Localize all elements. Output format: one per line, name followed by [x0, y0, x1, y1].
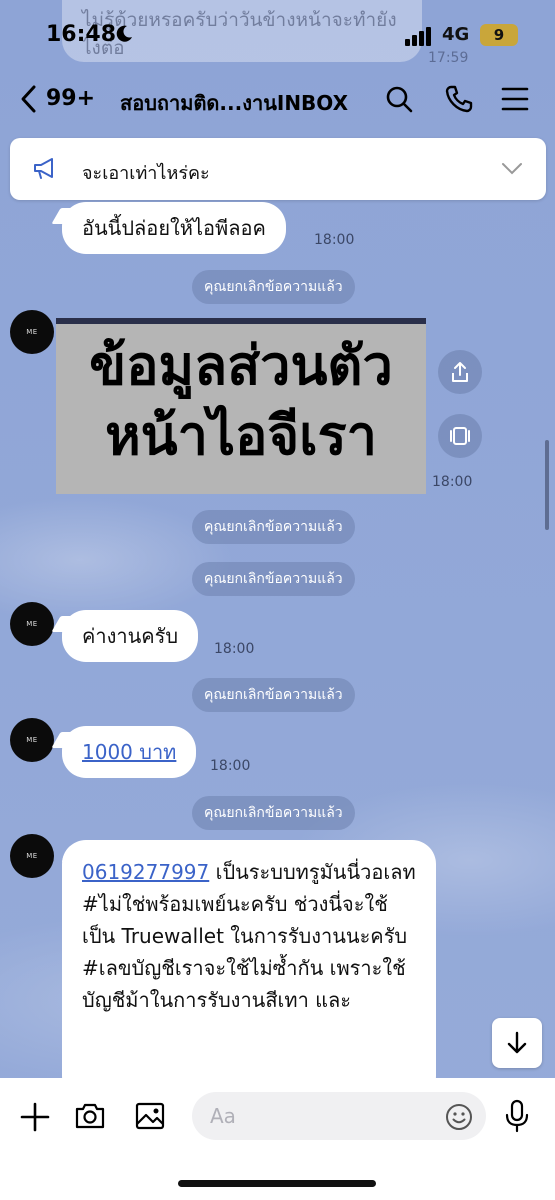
message-bubble-link[interactable]: 1000 บาท	[62, 726, 197, 778]
long-message-bubble[interactable]: 0619277997 เป็นระบบทรูมันนี่วอเลท #ไม่ใช…	[62, 840, 436, 1100]
unsent-notice: คุณยกเลิกข้อความแล้ว	[192, 562, 355, 596]
album-icon	[450, 427, 470, 445]
megaphone-icon	[34, 158, 53, 179]
message-line-2: #ไม่ใช่พร้อมเพย์นะครับ ช่วงนี่จะใช้เป็น …	[82, 892, 408, 948]
scrollbar[interactable]	[545, 440, 549, 530]
avatar[interactable]: ME	[10, 718, 54, 762]
unsent-notice: คุณยกเลิกข้อความแล้ว	[192, 270, 355, 304]
arrow-down-icon	[507, 1031, 527, 1054]
message-time: 18:00	[214, 641, 255, 657]
save-album-button[interactable]	[438, 414, 482, 458]
image-top-strip	[56, 318, 426, 324]
search-icon[interactable]	[384, 84, 414, 114]
input-bar	[0, 1078, 555, 1200]
phone-icon[interactable]	[444, 84, 474, 114]
avatar[interactable]: ME	[10, 310, 54, 354]
status-time: 16:48	[46, 22, 117, 47]
image-caption-line2: หน้าไอจีเรา	[105, 404, 377, 467]
announcement-banner[interactable]: จะเอาเท่าไหร่คะ	[10, 138, 546, 200]
scroll-down-button[interactable]	[492, 1018, 542, 1068]
unsent-notice: คุณยกเลิกข้อความแล้ว	[192, 510, 355, 544]
message-time: 18:00	[210, 758, 251, 774]
menu-icon[interactable]	[500, 86, 530, 112]
unread-count[interactable]: 99+	[46, 86, 95, 111]
message-bubble[interactable]: อันนี้ปล่อยให้ไอพีลอค	[62, 202, 286, 254]
network-type: 4G	[442, 24, 470, 45]
message-line-3: #เลขบัญชีเราจะใช้ไม่ซ้ำกัน เพราะใช้บัญชี…	[82, 956, 406, 1012]
unsent-notice: คุณยกเลิกข้อความแล้ว	[192, 678, 355, 712]
message-line-1: 0619277997 เป็นระบบทรูมันนี่วอเลท	[82, 856, 416, 888]
image-caption-line1: ข้อมูลส่วนตัว	[89, 334, 393, 397]
share-icon	[452, 362, 468, 382]
plus-icon[interactable]	[20, 1102, 50, 1132]
status-bar: ไม่รู้ด้วยหรอครับว่าวันข้างหน้าจะทำยังไง…	[0, 0, 555, 70]
message-input[interactable]	[192, 1092, 486, 1140]
message-time: 18:00	[314, 232, 355, 248]
message-line-1-text: เป็นระบบทรูมันนี่วอเลท	[209, 860, 416, 884]
unsent-notice: คุณยกเลิกข้อความแล้ว	[192, 796, 355, 830]
chat-header: 99+ สอบถามติด...งานINBOX	[0, 72, 555, 128]
avatar[interactable]: ME	[10, 602, 54, 646]
image-message[interactable]: ข้อมูลส่วนตัว หน้าไอจีเรา	[56, 318, 426, 494]
camera-icon[interactable]	[74, 1100, 106, 1132]
avatar[interactable]: ME	[10, 834, 54, 878]
image-icon[interactable]	[134, 1100, 166, 1132]
home-indicator	[178, 1180, 376, 1187]
signal-icon	[405, 27, 431, 46]
battery-indicator: 9	[480, 24, 518, 46]
ghost-message-time: 17:59	[428, 50, 469, 66]
moon-icon	[116, 25, 132, 42]
chat-title[interactable]: สอบถามติด...งานINBOX	[120, 87, 348, 119]
chevron-down-icon[interactable]	[500, 158, 524, 178]
emoji-icon[interactable]	[444, 1102, 474, 1132]
phone-number-link[interactable]: 0619277997	[82, 860, 209, 884]
message-bubble[interactable]: ค่างานครับ	[62, 610, 199, 662]
microphone-icon[interactable]	[502, 1098, 532, 1134]
message-time: 18:00	[432, 474, 473, 490]
share-button[interactable]	[438, 350, 482, 394]
back-icon[interactable]	[18, 84, 40, 114]
announcement-text: จะเอาเท่าไหร่คะ	[82, 163, 210, 184]
